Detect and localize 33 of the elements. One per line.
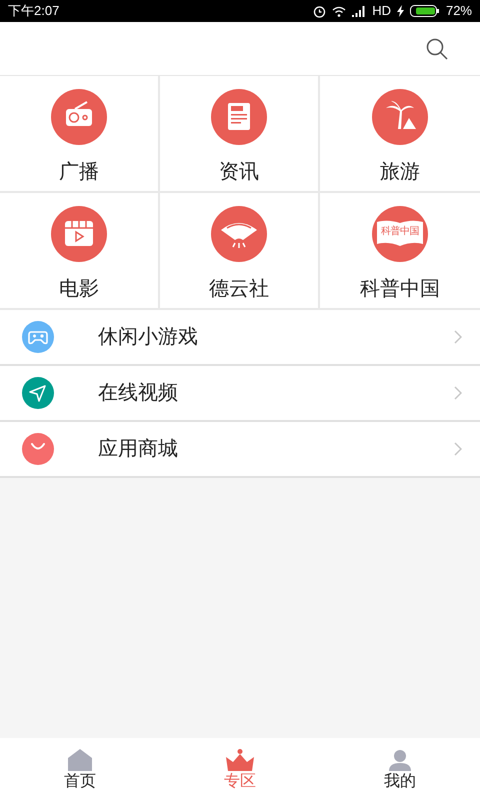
movie-icon xyxy=(51,206,107,262)
news-icon xyxy=(211,89,267,145)
chevron-right-icon xyxy=(454,386,462,400)
wifi-icon xyxy=(332,6,346,16)
nav-tab[interactable]: 我的 xyxy=(320,738,480,800)
category-tile[interactable]: 旅游 xyxy=(320,76,480,193)
list-item[interactable]: 在线视频 xyxy=(0,366,480,422)
battery-icon xyxy=(410,5,440,17)
crown-icon xyxy=(226,748,254,770)
icon-label: 科普中国 xyxy=(379,227,421,237)
signal-icon xyxy=(352,6,366,16)
category-tile[interactable]: 德云社 xyxy=(160,193,320,310)
list-item[interactable]: 休闲小游戏 xyxy=(0,310,480,366)
paper-plane-icon xyxy=(22,377,54,409)
house-icon xyxy=(68,748,92,770)
nav-tab[interactable]: 首页 xyxy=(0,738,160,800)
smile-icon xyxy=(22,433,54,465)
battery-percent: 72% xyxy=(446,2,472,20)
fan-icon xyxy=(211,206,267,262)
network-label: HD xyxy=(372,2,391,20)
chevron-right-icon xyxy=(454,330,462,344)
alarm-clock-icon xyxy=(313,4,326,18)
travel-icon xyxy=(372,89,428,145)
category-tile[interactable]: 资讯 xyxy=(160,76,320,193)
chevron-right-icon xyxy=(454,442,462,456)
list-item[interactable]: 应用商城 xyxy=(0,422,480,478)
category-tile[interactable]: 广播 xyxy=(0,76,160,193)
radio-icon xyxy=(51,89,107,145)
status-time: 下午2:07 xyxy=(8,2,60,20)
gamepad-icon xyxy=(22,321,54,353)
person-icon xyxy=(389,748,411,770)
charging-bolt-icon xyxy=(396,5,404,17)
category-tile[interactable]: 电影 xyxy=(0,193,160,310)
